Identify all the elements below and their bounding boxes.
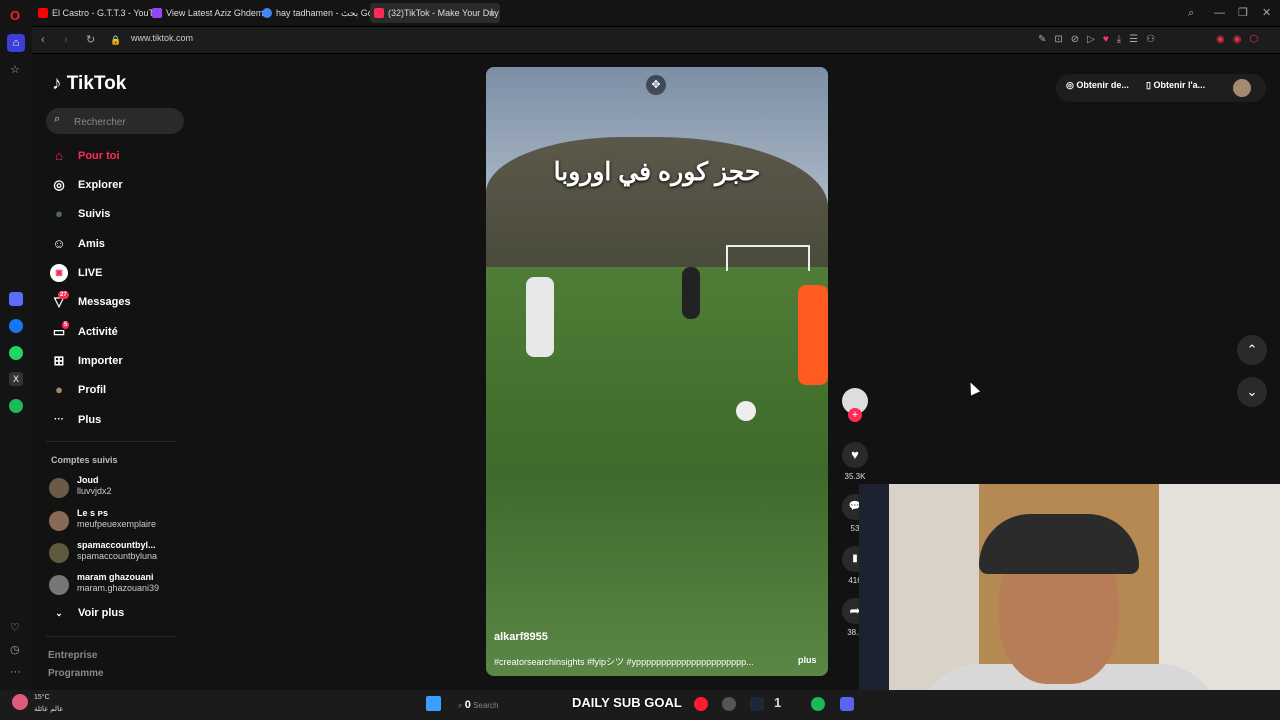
spotify-icon[interactable] xyxy=(9,399,23,413)
more-icon: ··· xyxy=(54,414,64,425)
creator-avatar[interactable]: + xyxy=(841,388,869,422)
goal-count: 1 xyxy=(774,695,782,710)
chevron-down-icon: ⌄ xyxy=(55,608,63,618)
forward-icon[interactable]: › xyxy=(64,34,68,46)
phone-icon: ▯ xyxy=(1146,80,1151,90)
profile-avatar[interactable] xyxy=(1233,79,1251,97)
star-icon[interactable]: ☆ xyxy=(10,64,20,76)
video-player-figure xyxy=(798,285,828,385)
home-icon[interactable]: ⌂ xyxy=(7,34,25,52)
opera-sidebar: O ⌂ ☆ X ♡ ◷ ··· xyxy=(0,0,32,690)
like-count: 35.3K xyxy=(844,472,866,481)
webcam-person-cap xyxy=(979,514,1139,574)
coin-icon: ◎ xyxy=(1066,80,1074,90)
heart-icon[interactable]: ♥ xyxy=(1103,34,1117,45)
taskbar-search[interactable]: ⌕ 0 Search xyxy=(458,699,498,711)
search-input[interactable] xyxy=(72,113,181,131)
windows-start-icon[interactable] xyxy=(426,696,441,711)
video-player-figure xyxy=(526,277,554,357)
upload-icon: ⊞ xyxy=(53,353,65,368)
google-icon xyxy=(262,8,272,18)
weather-desc: عالم عائلة xyxy=(34,706,64,713)
video-player-figure xyxy=(682,267,700,319)
next-video-button[interactable]: ⌄ xyxy=(1237,377,1267,407)
reload-icon[interactable]: ↻ xyxy=(86,34,95,46)
video-caption: #creatorsearchinsights #fyipシツ #yppppppp… xyxy=(494,657,754,667)
video-overlay-text: حجز كوره في اوروبا xyxy=(553,158,761,186)
get-coins-button[interactable]: ◎ Obtenir de... xyxy=(1066,80,1129,91)
messages-badge: 27 xyxy=(58,291,69,299)
browser-tab[interactable]: El Castro - G.T.T.3 - YouTube xyxy=(34,3,162,23)
tiktok-logo[interactable]: ♪ TikTok xyxy=(52,73,126,95)
toolbar-icons[interactable]: ✎⊡⊘▷♥⤓☰⚇ xyxy=(1038,34,1163,46)
search-count: 0 xyxy=(464,699,471,711)
back-icon[interactable]: ‹ xyxy=(41,34,45,46)
like-button[interactable]: ♥ 35.3K xyxy=(841,442,869,481)
sub-goal-overlay: DAILY SUB GOAL xyxy=(572,695,682,710)
search-box[interactable]: ⌕ xyxy=(46,108,184,134)
search-tabs-icon[interactable]: ⌕ xyxy=(1188,7,1194,19)
followed-accounts-title: Comptes suivis xyxy=(51,455,118,465)
app-icon[interactable] xyxy=(722,697,736,711)
browser-tab-active[interactable]: (32)TikTok - Make Your Day xyxy=(370,3,500,23)
heart-outline-icon[interactable]: ♡ xyxy=(10,622,20,634)
steam-icon[interactable] xyxy=(750,697,764,711)
profile-icon: ● xyxy=(55,382,63,397)
lock-icon: 🔒 xyxy=(110,35,122,45)
caption-more-button[interactable]: plus xyxy=(798,655,817,665)
home-icon: ⌂ xyxy=(55,148,63,163)
tiktok-logo-icon: ♪ xyxy=(52,73,62,94)
browser-tab[interactable]: hay tadhamen - بحث Google xyxy=(258,3,384,23)
twitch-icon xyxy=(152,8,162,18)
opera-icon[interactable] xyxy=(694,697,708,711)
previous-video-button[interactable]: ⌃ xyxy=(1237,335,1267,365)
fullscreen-icon[interactable]: ✥ xyxy=(646,75,666,95)
tiktok-icon xyxy=(374,8,384,18)
webcam-overlay xyxy=(859,484,1280,720)
youtube-icon xyxy=(38,8,48,18)
footer-link[interactable]: Programme xyxy=(48,668,104,679)
divider xyxy=(46,441,176,442)
footer-link[interactable]: Entreprise xyxy=(48,650,97,661)
avatar xyxy=(49,511,69,531)
whatsapp-icon[interactable] xyxy=(9,346,23,360)
aria-icon[interactable] xyxy=(9,292,23,306)
video-goal xyxy=(726,245,810,271)
chevron-up-icon: ⌃ xyxy=(1246,342,1258,357)
heart-icon: ♥ xyxy=(842,442,868,468)
messenger-icon[interactable] xyxy=(9,319,23,333)
new-tab-button[interactable]: + xyxy=(488,5,496,18)
chevron-down-icon: ⌄ xyxy=(1246,384,1258,399)
close-icon[interactable]: ✕ xyxy=(1262,7,1271,19)
more-icon[interactable]: ··· xyxy=(10,666,21,678)
minimize-icon[interactable]: — xyxy=(1214,7,1225,19)
discord-icon[interactable] xyxy=(840,697,854,711)
video-player[interactable]: ✥ حجز كوره في اوروبا alkarf8955 #creator… xyxy=(486,67,828,676)
tab-bar: El Castro - G.T.T.3 - YouTube View Lates… xyxy=(32,0,1280,26)
divider xyxy=(46,636,176,637)
url-field[interactable]: www.tiktok.com xyxy=(131,33,193,43)
avatar xyxy=(49,543,69,563)
spotify-icon[interactable] xyxy=(811,697,825,711)
live-icon: ▣ xyxy=(50,264,68,282)
opera-logo-icon[interactable]: O xyxy=(10,9,20,22)
following-avatar-icon: ● xyxy=(55,206,63,221)
maximize-icon[interactable]: ❐ xyxy=(1238,7,1248,19)
compass-icon: ◎ xyxy=(53,177,65,192)
weather-temp: 15°C xyxy=(34,694,50,701)
weather-icon[interactable] xyxy=(12,694,28,710)
get-app-button[interactable]: ▯ Obtenir l'a... xyxy=(1146,80,1205,91)
history-icon[interactable]: ◷ xyxy=(10,644,20,656)
video-ball xyxy=(736,401,756,421)
extension-icons[interactable]: ◉◉⬡ xyxy=(1216,34,1266,46)
avatar xyxy=(49,478,69,498)
address-bar: ‹ › ↻ 🔒 ✎⊡⊘▷♥⤓☰⚇ ◉◉⬡ xyxy=(32,27,1280,53)
avatar xyxy=(49,575,69,595)
video-author[interactable]: alkarf8955 xyxy=(494,631,548,643)
x-icon[interactable]: X xyxy=(9,372,23,386)
follow-plus-icon[interactable]: + xyxy=(848,408,862,422)
search-icon: ⌕ xyxy=(54,113,61,125)
browser-tab[interactable]: View Latest Aziz Ghdemsi xyxy=(148,3,272,23)
friends-icon: ☺ xyxy=(52,236,66,251)
